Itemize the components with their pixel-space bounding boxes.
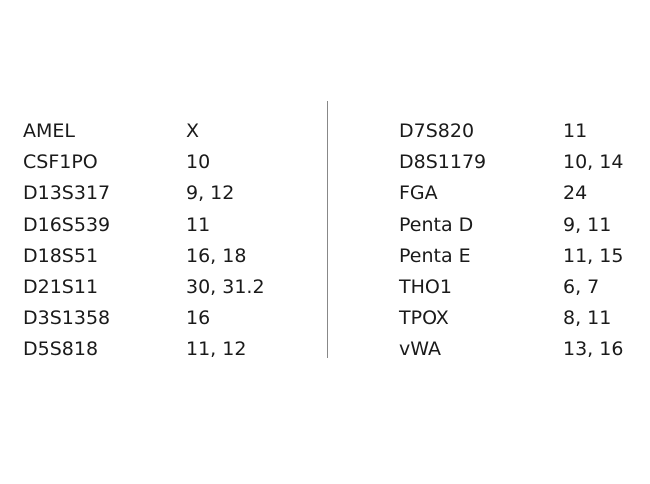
allele-values: 24 [563,182,588,205]
allele-values: 16 [186,307,211,330]
table-row: D3S1358 16 [23,303,313,334]
allele-values: X [186,120,200,142]
table-row: vWA 13, 16 [399,334,639,365]
right-column: D7S820 11 D8S1179 10, 14 FGA 24 Penta D … [399,116,639,366]
table-row: D8S1179 10, 14 [399,147,639,178]
table-row: D18S51 16, 18 [23,241,313,272]
locus-name: THO1 [399,275,452,298]
allele-values: 13, 16 [563,338,624,361]
allele-values: 11, 15 [563,244,624,267]
allele-values: 30, 31.2 [186,275,265,298]
str-profile-table: AMEL X CSF1PO 10 D13S317 9, 12 D16S539 1… [0,0,650,484]
table-row: FGA 24 [399,178,639,209]
table-row: D13S317 9, 12 [23,178,313,209]
table-row: D5S818 11, 12 [23,334,313,365]
locus-name: D5S818 [23,338,99,361]
locus-name: D13S317 [23,182,111,205]
locus-name: FGA [399,182,438,205]
allele-values: 6, 7 [563,275,600,298]
locus-name: AMEL [23,120,75,142]
locus-name: CSF1PO [23,151,98,174]
allele-values: 11, 12 [186,338,247,361]
table-row: TPOX 8, 11 [399,303,639,334]
allele-values: 16, 18 [186,244,247,267]
allele-values: 9, 12 [186,182,235,205]
locus-name: D18S51 [23,244,99,267]
allele-values: 9, 11 [563,213,612,236]
table-row: Penta D 9, 11 [399,210,639,241]
table-row: D21S11 30, 31.2 [23,272,313,303]
locus-name: D8S1179 [399,151,487,174]
locus-name: TPOX [399,307,449,330]
allele-values: 10, 14 [563,151,624,174]
table-row: Penta E 11, 15 [399,241,639,272]
left-column: AMEL X CSF1PO 10 D13S317 9, 12 D16S539 1… [23,116,313,366]
locus-name: D7S820 [399,120,475,142]
locus-name: D3S1358 [23,307,111,330]
locus-name: Penta E [399,244,471,267]
locus-name: D21S11 [23,275,99,298]
table-row: AMEL X [23,116,313,147]
locus-name: Penta D [399,213,474,236]
locus-name: D16S539 [23,213,111,236]
column-divider [327,101,328,358]
allele-values: 11 [186,213,211,236]
allele-values: 10 [186,151,211,174]
allele-values: 8, 11 [563,307,612,330]
locus-name: vWA [399,338,441,361]
table-row: D16S539 11 [23,210,313,241]
table-row: D7S820 11 [399,116,639,147]
table-row: THO1 6, 7 [399,272,639,303]
table-row: CSF1PO 10 [23,147,313,178]
allele-values: 11 [563,120,588,142]
